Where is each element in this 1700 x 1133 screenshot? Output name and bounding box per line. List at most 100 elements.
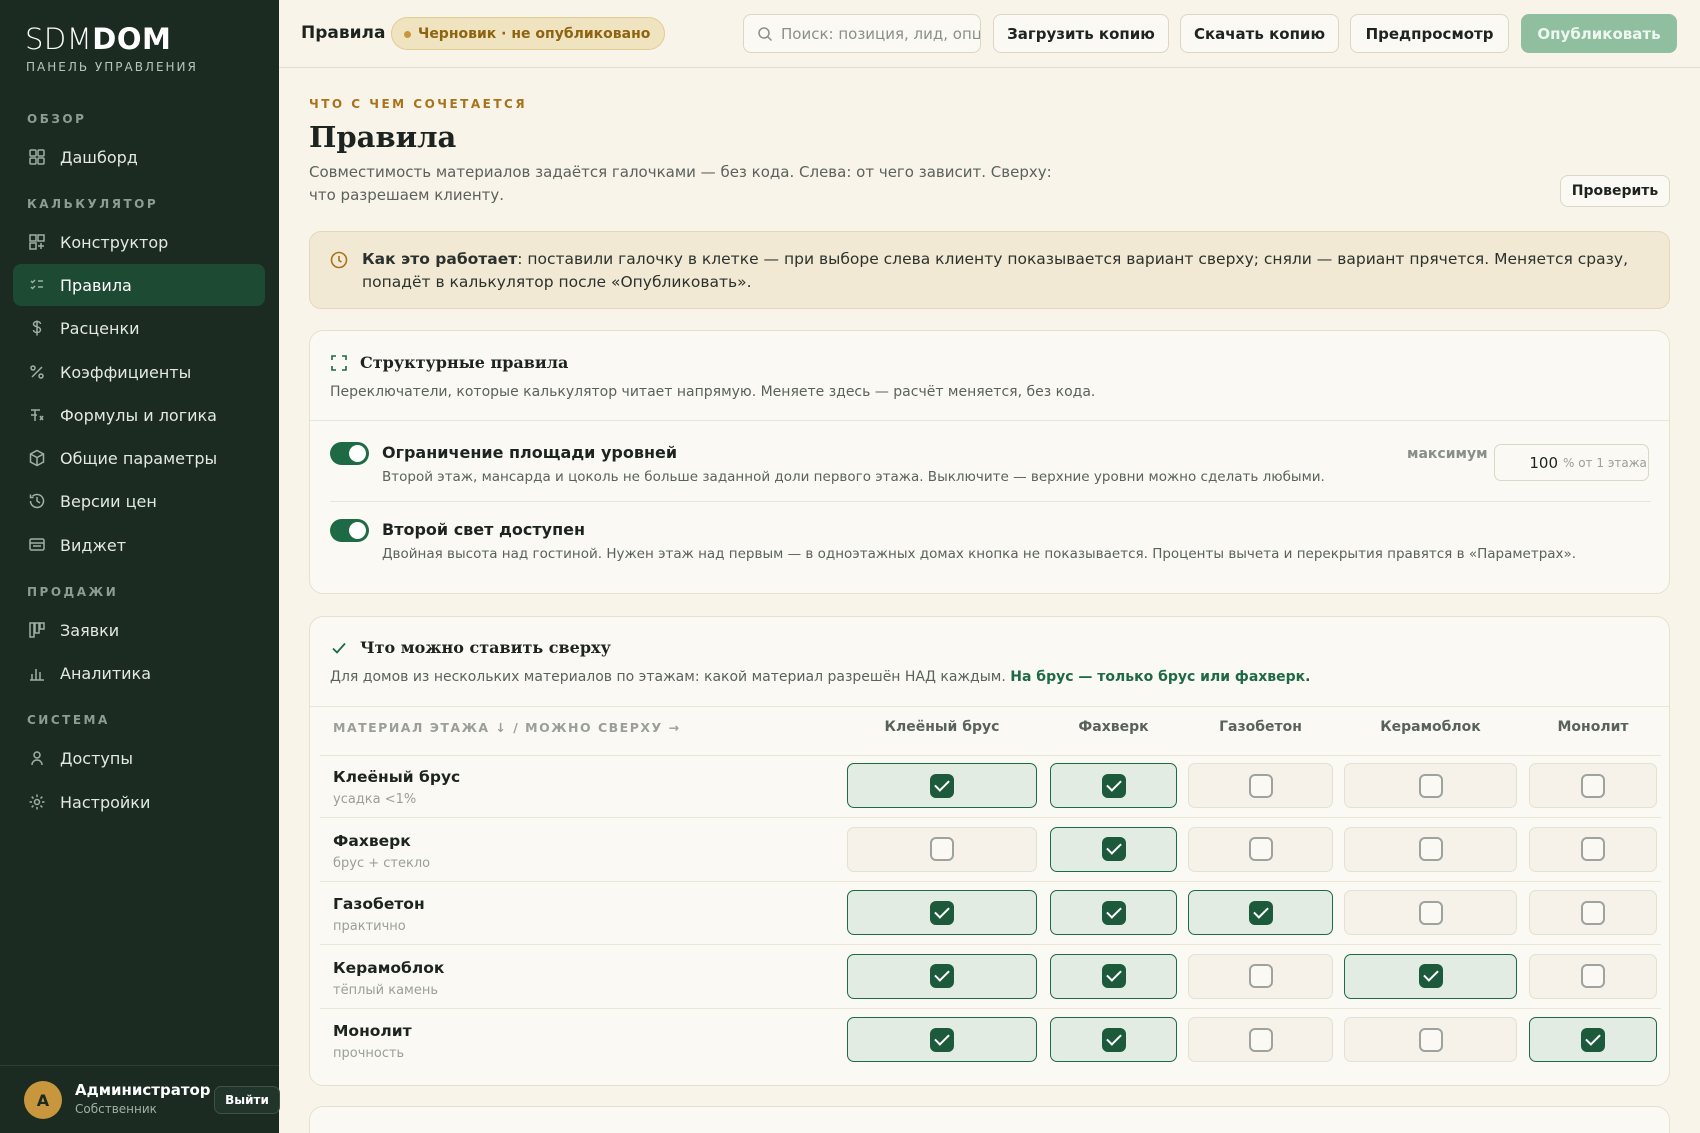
matrix-cell[interactable] xyxy=(1050,763,1177,808)
second-light-toggle[interactable] xyxy=(330,519,369,542)
matrix-cell[interactable] xyxy=(1050,953,1177,999)
matrix-row-subtitle: практично xyxy=(333,919,406,934)
matrix-corner-label: МАТЕРИАЛ ЭТАЖА ↓ / МОЖНО СВЕРХУ → xyxy=(333,720,681,735)
checkbox-checked xyxy=(930,773,954,798)
publish-button[interactable]: Опубликовать xyxy=(1521,14,1677,53)
sidebar-item-widget[interactable]: Виджет xyxy=(13,524,265,566)
sidebar-item-access[interactable]: Доступы xyxy=(13,737,265,779)
check-icon xyxy=(330,639,348,657)
sidebar-item-analytics[interactable]: Аналитика xyxy=(13,652,265,694)
matrix-cell[interactable] xyxy=(1050,826,1177,872)
logout-button[interactable]: Выйти xyxy=(214,1086,280,1114)
clock-icon xyxy=(330,251,348,269)
sidebar-item-coefficients[interactable]: Коэффициенты xyxy=(13,351,265,393)
matrix-row-name: Газобетон xyxy=(333,895,425,913)
function-icon xyxy=(28,406,46,424)
max-percent-input[interactable]: 100 % от 1 этажа xyxy=(1494,444,1649,481)
matrix-cell[interactable] xyxy=(847,1017,1037,1062)
checkbox-checked xyxy=(1101,964,1126,988)
matrix-column-header: Керамоблок xyxy=(1380,719,1481,735)
sidebar-item-price-versions[interactable]: Версии цен xyxy=(13,480,265,522)
matrix-row-subtitle: брус + стекло xyxy=(333,855,431,871)
sidebar-item-label: Общие параметры xyxy=(60,448,218,468)
nav-section-system: СИСТЕМА xyxy=(27,713,110,727)
sidebar-item-label: Расценки xyxy=(60,318,140,338)
checkbox-unchecked xyxy=(1418,900,1443,925)
divider xyxy=(310,420,1669,421)
avatar[interactable]: А xyxy=(24,1081,62,1119)
matrix-cell[interactable] xyxy=(1188,890,1333,935)
matrix-row-subtitle: усадка <1% xyxy=(333,792,417,807)
sidebar-item-label: Аналитика xyxy=(60,663,152,683)
matrix-cell[interactable] xyxy=(1344,953,1517,999)
info-text: Как это работает: поставили галочку в кл… xyxy=(362,250,1628,291)
matrix-cell[interactable] xyxy=(1344,1017,1517,1062)
search-input[interactable]: Поиск: позиция, лид, опц xyxy=(743,14,981,53)
sidebar-item-label: Доступы xyxy=(60,748,133,768)
matrix-cell[interactable] xyxy=(1050,890,1177,935)
matrix-cell[interactable] xyxy=(847,890,1037,935)
matrix-cell[interactable] xyxy=(1188,763,1333,808)
frame-icon xyxy=(330,354,348,372)
topbar-title: Правила xyxy=(301,23,386,43)
checkbox-unchecked xyxy=(1418,773,1443,798)
matrix-cell[interactable] xyxy=(1188,826,1333,872)
matrix-cell[interactable] xyxy=(1344,763,1517,808)
checkbox-checked xyxy=(930,900,954,925)
sidebar-item-settings[interactable]: Настройки xyxy=(13,781,265,823)
sidebar-item-prices[interactable]: Расценки xyxy=(13,307,265,349)
divider xyxy=(320,817,1661,818)
matrix-row-subtitle: прочность xyxy=(333,1046,405,1061)
matrix-row-subtitle: тёплый камень xyxy=(333,982,439,998)
matrix-cell[interactable] xyxy=(1529,1017,1657,1062)
matrix-cell[interactable] xyxy=(847,953,1037,999)
matrix-column-header: Клеёный брус xyxy=(884,719,1000,735)
search-placeholder: Поиск: позиция, лид, опц xyxy=(781,24,981,43)
matrix-cell[interactable] xyxy=(1344,826,1517,872)
matrix-cell[interactable] xyxy=(847,826,1037,872)
matrix-cell[interactable] xyxy=(1529,826,1657,872)
toggle-description: Второй этаж, мансарда и цоколь не больше… xyxy=(382,469,1325,485)
logo-subtitle: ПАНЕЛЬ УПРАВЛЕНИЯ xyxy=(26,60,198,74)
matrix-cell[interactable] xyxy=(1050,1017,1177,1062)
sidebar-item-dashboard[interactable]: Дашборд xyxy=(13,136,265,178)
blocks-icon xyxy=(28,233,46,251)
upload-copy-button[interactable]: Загрузить копию xyxy=(993,14,1169,53)
matrix-cell[interactable] xyxy=(1529,763,1657,808)
sidebar-item-parameters[interactable]: Общие параметры xyxy=(13,437,265,479)
matrix-cell[interactable] xyxy=(1529,953,1657,999)
matrix-cell[interactable] xyxy=(1344,890,1517,935)
user-icon xyxy=(28,749,46,767)
sidebar-item-rules[interactable]: Правила xyxy=(13,264,265,306)
user-name: Администратор xyxy=(75,1081,211,1099)
matrix-cell[interactable] xyxy=(1188,953,1333,999)
structural-rules-card: Структурные правила Переключатели, котор… xyxy=(309,330,1670,594)
sidebar-item-constructor[interactable]: Конструктор xyxy=(13,221,265,263)
checkbox-unchecked xyxy=(1581,900,1605,925)
kanban-icon xyxy=(28,621,46,639)
preview-button[interactable]: Предпросмотр xyxy=(1350,14,1509,53)
sidebar-item-formulas[interactable]: Формулы и логика xyxy=(13,394,265,436)
checkbox-checked xyxy=(930,964,954,988)
matrix-column-header: Газобетон xyxy=(1219,719,1302,735)
max-unit: % от 1 этажа xyxy=(1563,456,1647,470)
matrix-row-name: Клеёный брус xyxy=(333,768,461,786)
sidebar-item-label: Версии цен xyxy=(60,491,157,511)
matrix-cell[interactable] xyxy=(1529,890,1657,935)
checkbox-checked xyxy=(1101,773,1126,798)
toggle-title: Второй свет доступен xyxy=(382,520,586,539)
check-button[interactable]: Проверить xyxy=(1560,175,1670,207)
matrix-row-name: Монолит xyxy=(333,1022,412,1040)
dollar-icon xyxy=(28,319,46,337)
user-role: Собственник xyxy=(75,1102,157,1116)
matrix-cell[interactable] xyxy=(847,763,1037,808)
checkbox-checked xyxy=(1581,1027,1605,1052)
checkbox-unchecked xyxy=(1418,837,1443,861)
nav-section-calculator: КАЛЬКУЛЯТОР xyxy=(27,197,159,211)
level-area-limit-toggle[interactable] xyxy=(330,442,369,465)
stacking-matrix-card: Что можно ставить сверху Для домов из не… xyxy=(309,616,1670,1086)
sidebar-item-leads[interactable]: Заявки xyxy=(13,609,265,651)
download-copy-button[interactable]: Скачать копию xyxy=(1180,14,1339,53)
matrix-cell[interactable] xyxy=(1188,1017,1333,1062)
sidebar-item-label: Дашборд xyxy=(60,147,138,167)
